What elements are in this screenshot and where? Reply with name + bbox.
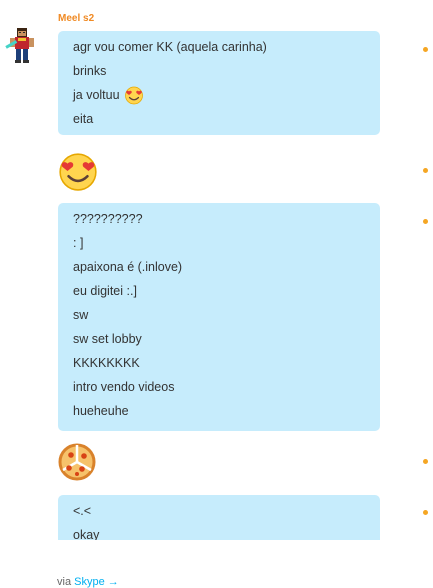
- message-line: ja voltuu: [73, 83, 380, 107]
- message-status-dot: [423, 459, 428, 464]
- message-line: eu digitei :.]: [73, 284, 137, 298]
- sender-avatar[interactable]: [3, 26, 39, 68]
- message-line: brinks: [73, 64, 107, 78]
- message-line: eita: [73, 112, 94, 126]
- message-bubble[interactable]: <.< okay: [58, 495, 380, 540]
- arrow-icon: →: [107, 576, 119, 588]
- message-line: hueheuhe: [73, 404, 129, 418]
- message-line: okay: [73, 528, 100, 540]
- message-line: <.<: [73, 504, 92, 518]
- chat-history: Meel s2 agr vou comer KK (aquela carinha…: [0, 0, 433, 540]
- pizza-emoticon-icon: [58, 443, 96, 481]
- inlove-emoticon-icon: [59, 153, 97, 191]
- skype-link[interactable]: Skype: [74, 576, 105, 588]
- message-bubble[interactable]: agr vou comer KK (aquela carinha) brinks…: [58, 31, 380, 135]
- message-line: ??????????: [73, 212, 143, 226]
- message-line: sw set lobby: [73, 332, 142, 346]
- message-line: intro vendo videos: [73, 380, 175, 394]
- inlove-emoticon-icon: [125, 86, 143, 105]
- message-line: KKKKKKKK: [73, 356, 140, 370]
- message-text: ja voltuu: [73, 88, 120, 102]
- sender-name[interactable]: Meel s2: [58, 13, 94, 24]
- message-status-dot: [423, 219, 428, 224]
- message-line: : ]: [73, 236, 84, 250]
- message-status-dot: [423, 510, 428, 515]
- message-line: agr vou comer KK (aquela carinha): [73, 40, 267, 54]
- message-status-dot: [423, 168, 428, 173]
- footer-attribution: via Skype →: [57, 576, 119, 588]
- message-line: sw: [73, 308, 89, 322]
- message-bubble[interactable]: ?????????? : ] apaixona é (.inlove) eu d…: [58, 203, 380, 431]
- message-line: apaixona é (.inlove): [73, 260, 183, 274]
- footer-via-text: via: [57, 576, 72, 588]
- message-status-dot: [423, 47, 428, 52]
